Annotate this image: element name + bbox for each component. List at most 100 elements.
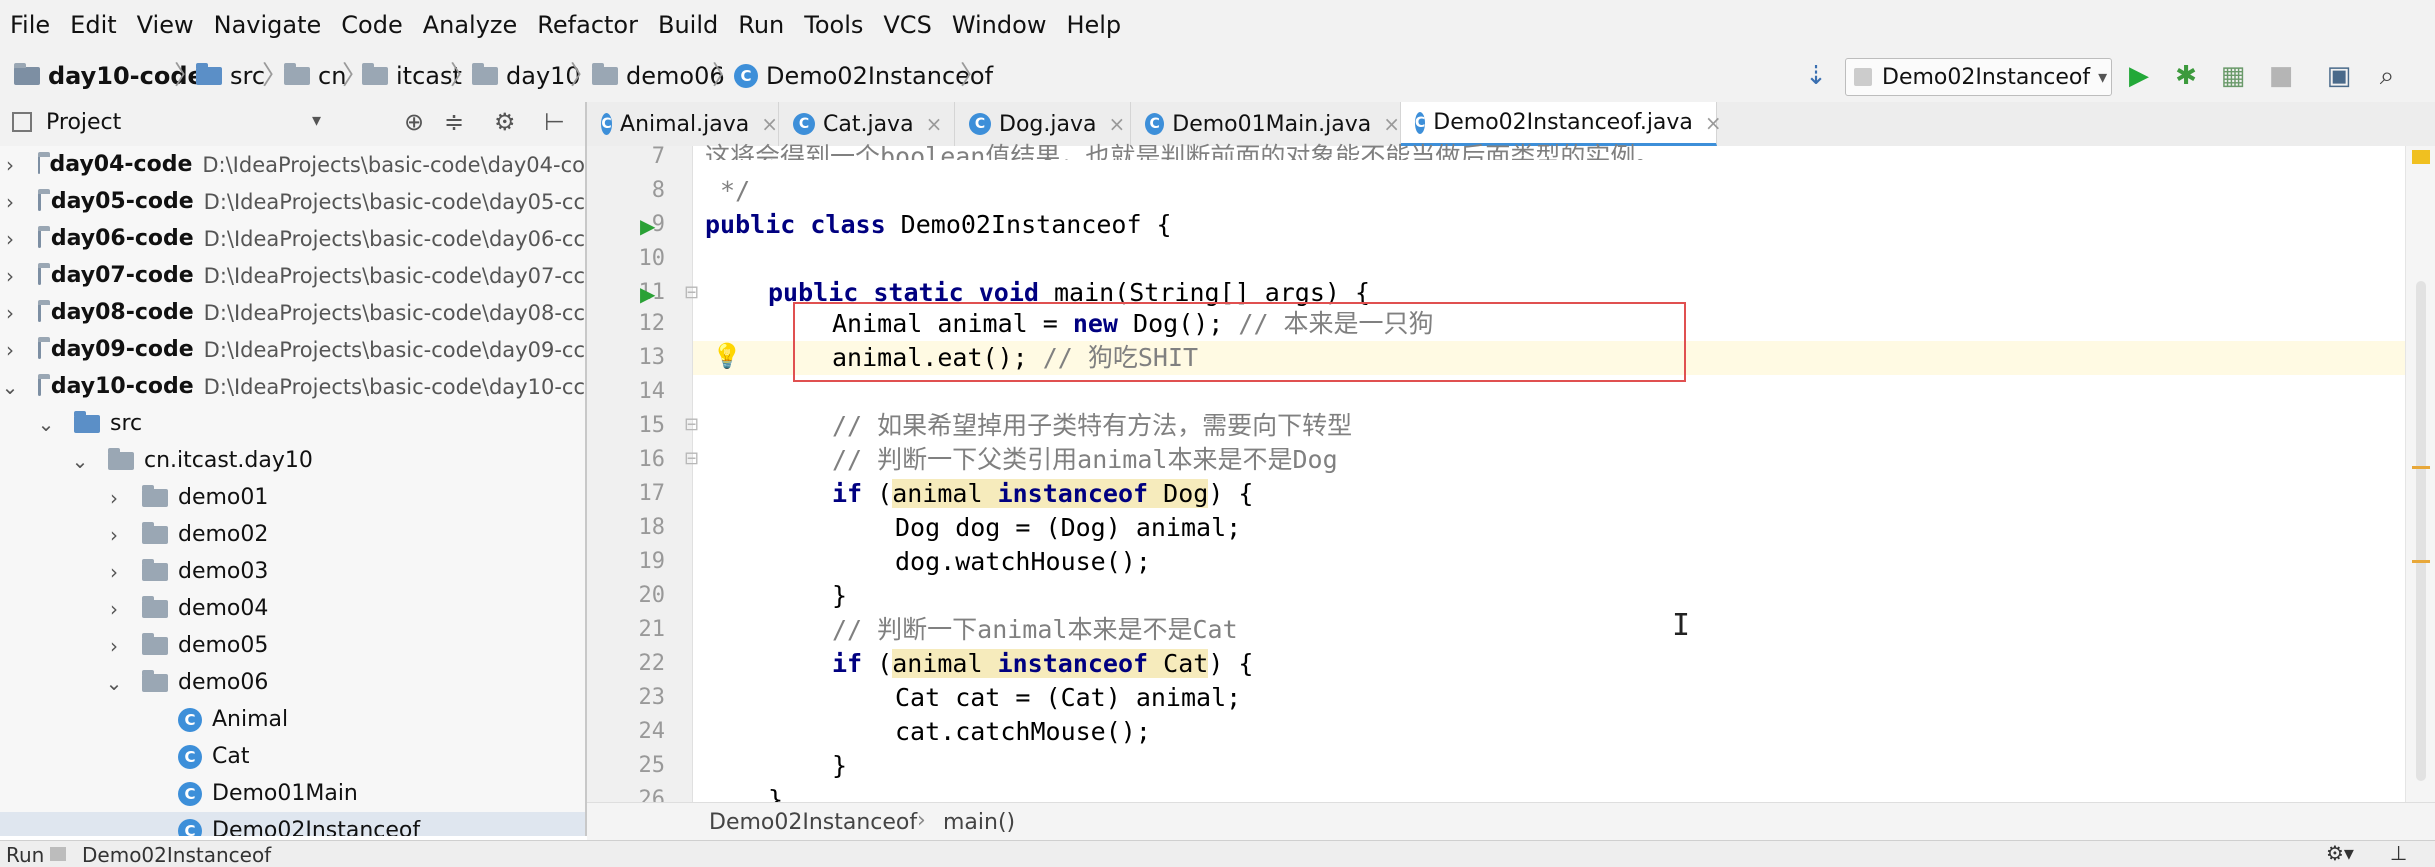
- chevron-down-icon: ⌄: [71, 448, 89, 473]
- editor-scrollbar[interactable]: [2405, 146, 2435, 802]
- tree-package-demo06[interactable]: ⌄ demo06: [0, 664, 585, 701]
- run-gutter-icon[interactable]: ▶: [640, 282, 655, 306]
- hide-panel-icon[interactable]: ⊥: [2390, 841, 2407, 865]
- search-icon[interactable]: ⌕: [2366, 50, 2408, 102]
- tree-class-cat[interactable]: C Cat: [0, 738, 585, 775]
- hide-icon[interactable]: ⊢: [544, 108, 565, 136]
- tree-folder-src[interactable]: ⌄ src: [0, 405, 585, 442]
- package-icon: [108, 447, 134, 470]
- run-tab-label[interactable]: Demo02Instanceof: [82, 843, 271, 867]
- build-icon[interactable]: ⇣: [1795, 50, 1837, 102]
- tree-package-demo04[interactable]: › demo04: [0, 590, 585, 627]
- close-icon[interactable]: ×: [1108, 112, 1125, 136]
- code-line-23: Cat cat = (Cat) animal;: [895, 683, 1242, 712]
- tree-package-demo03[interactable]: › demo03: [0, 553, 585, 590]
- package-icon: [472, 63, 498, 85]
- debug-icon[interactable]: ✱: [2165, 50, 2207, 102]
- close-icon[interactable]: ×: [1383, 112, 1400, 136]
- package-icon: [142, 632, 168, 655]
- lightbulb-icon[interactable]: 💡: [712, 342, 742, 370]
- menu-vcs[interactable]: VCS: [873, 0, 941, 50]
- tree-module-day09[interactable]: › day09-code D:\IdeaProjects\basic-code\…: [0, 331, 585, 368]
- collapse-icon[interactable]: ≑: [444, 108, 464, 136]
- project-structure-icon[interactable]: ▣: [2318, 50, 2360, 102]
- code-line-18: Dog dog = (Dog) animal;: [895, 513, 1242, 542]
- menu-analyze[interactable]: Analyze: [413, 0, 528, 50]
- menu-refactor[interactable]: Refactor: [527, 0, 648, 50]
- close-icon[interactable]: ×: [761, 112, 778, 136]
- scrollbar-thumb[interactable]: [2416, 281, 2426, 781]
- status-bar: Run Demo02Instanceof ⚙▾ ⊥: [0, 840, 2435, 867]
- menu-window[interactable]: Window: [942, 0, 1057, 50]
- close-icon[interactable]: ×: [926, 112, 943, 136]
- tree-package-day10[interactable]: ⌄ cn.itcast.day10: [0, 442, 585, 479]
- abstract-class-icon: C: [178, 707, 202, 732]
- tree-package-demo05[interactable]: › demo05: [0, 627, 585, 664]
- menu-view[interactable]: View: [127, 0, 204, 50]
- run-icon[interactable]: ▶: [2118, 50, 2160, 102]
- tree-module-day05[interactable]: › day05-code D:\IdeaProjects\basic-code\…: [0, 183, 585, 220]
- menu-build[interactable]: Build: [648, 0, 728, 50]
- tree-module-day06[interactable]: › day06-code D:\IdeaProjects\basic-code\…: [0, 220, 585, 257]
- tree-module-day07[interactable]: › day07-code D:\IdeaProjects\basic-code\…: [0, 257, 585, 294]
- line-number: 22: [638, 651, 666, 676]
- code-line-22: if (animal instanceof Cat) {: [832, 649, 1254, 678]
- breadcrumb-class[interactable]: Demo02Instanceof: [709, 810, 917, 835]
- gear-icon[interactable]: ⚙: [494, 108, 516, 136]
- coverage-icon[interactable]: ▦: [2212, 50, 2254, 102]
- line-number: 23: [638, 685, 666, 710]
- package-icon: [142, 521, 168, 544]
- chevron-down-icon: ▾: [2098, 66, 2108, 88]
- tree-class-demo02instanceof[interactable]: C Demo02Instanceof: [0, 812, 585, 836]
- tree-module-day08[interactable]: › day08-code D:\IdeaProjects\basic-code\…: [0, 294, 585, 331]
- menu-help[interactable]: Help: [1056, 0, 1131, 50]
- crumb-day10[interactable]: day10: [472, 50, 581, 102]
- fold-icon[interactable]: ⊟: [684, 448, 699, 469]
- menu-code[interactable]: Code: [331, 0, 412, 50]
- class-icon: C: [601, 113, 613, 135]
- crumb-cn[interactable]: cn: [284, 50, 346, 102]
- fold-icon[interactable]: ⊟: [684, 282, 699, 303]
- tree-module-day10[interactable]: ⌄ day10-code D:\IdeaProjects\basic-code\…: [0, 368, 585, 405]
- run-gutter-icon[interactable]: ▶: [640, 214, 655, 238]
- project-panel-title[interactable]: Project: [46, 110, 121, 135]
- code-line-16: // 判断一下父类引用animal本来是不是Dog: [832, 445, 1338, 474]
- config-icon: [1854, 68, 1872, 86]
- tree-class-demo01main[interactable]: C Demo01Main: [0, 775, 585, 812]
- crumb-src[interactable]: src: [196, 50, 265, 102]
- warning-marker: [2412, 150, 2430, 164]
- breadcrumb-method[interactable]: main(): [943, 810, 1015, 835]
- tree-package-demo02[interactable]: › demo02: [0, 516, 585, 553]
- menu-run[interactable]: Run: [728, 0, 794, 50]
- menu-file[interactable]: File: [0, 0, 60, 50]
- run-tool-label[interactable]: Run: [6, 843, 44, 867]
- module-icon: [38, 299, 50, 322]
- menu-navigate[interactable]: Navigate: [204, 0, 332, 50]
- line-number: 21: [638, 617, 666, 642]
- crumb-itcast[interactable]: itcast: [362, 50, 462, 102]
- chevron-down-icon: ⌄: [105, 670, 123, 695]
- locate-icon[interactable]: ⊕: [404, 108, 424, 136]
- close-icon[interactable]: ×: [1705, 111, 1722, 135]
- tree-class-animal[interactable]: C Animal: [0, 701, 585, 738]
- project-tree: › day04-code D:\IdeaProjects\basic-code\…: [0, 146, 585, 836]
- module-icon: [38, 373, 50, 396]
- project-panel-header: Project ▾ ⊕ ≑ ⚙ ⊢: [0, 102, 585, 147]
- chevron-right-icon: ›: [6, 189, 14, 214]
- code-line-24: cat.catchMouse();: [895, 717, 1151, 746]
- line-number: 24: [638, 719, 666, 744]
- menu-tools[interactable]: Tools: [794, 0, 873, 50]
- tree-package-demo01[interactable]: › demo01: [0, 479, 585, 516]
- stop-icon[interactable]: ■: [2260, 50, 2302, 102]
- usage-marker: [2412, 560, 2430, 563]
- tree-module-day04[interactable]: › day04-code D:\IdeaProjects\basic-code\…: [0, 146, 585, 183]
- menu-edit[interactable]: Edit: [60, 0, 126, 50]
- chevron-down-icon[interactable]: ▾: [312, 110, 321, 131]
- crumb-class[interactable]: C Demo02Instanceof: [734, 50, 993, 102]
- line-number: 10: [638, 246, 666, 271]
- project-icon: [12, 112, 32, 132]
- crumb-demo06[interactable]: demo06: [592, 50, 725, 102]
- run-config-dropdown[interactable]: Demo02Instanceof ▾: [1845, 58, 2112, 96]
- gear-icon[interactable]: ⚙▾: [2326, 841, 2354, 865]
- fold-icon[interactable]: ⊟: [684, 414, 699, 435]
